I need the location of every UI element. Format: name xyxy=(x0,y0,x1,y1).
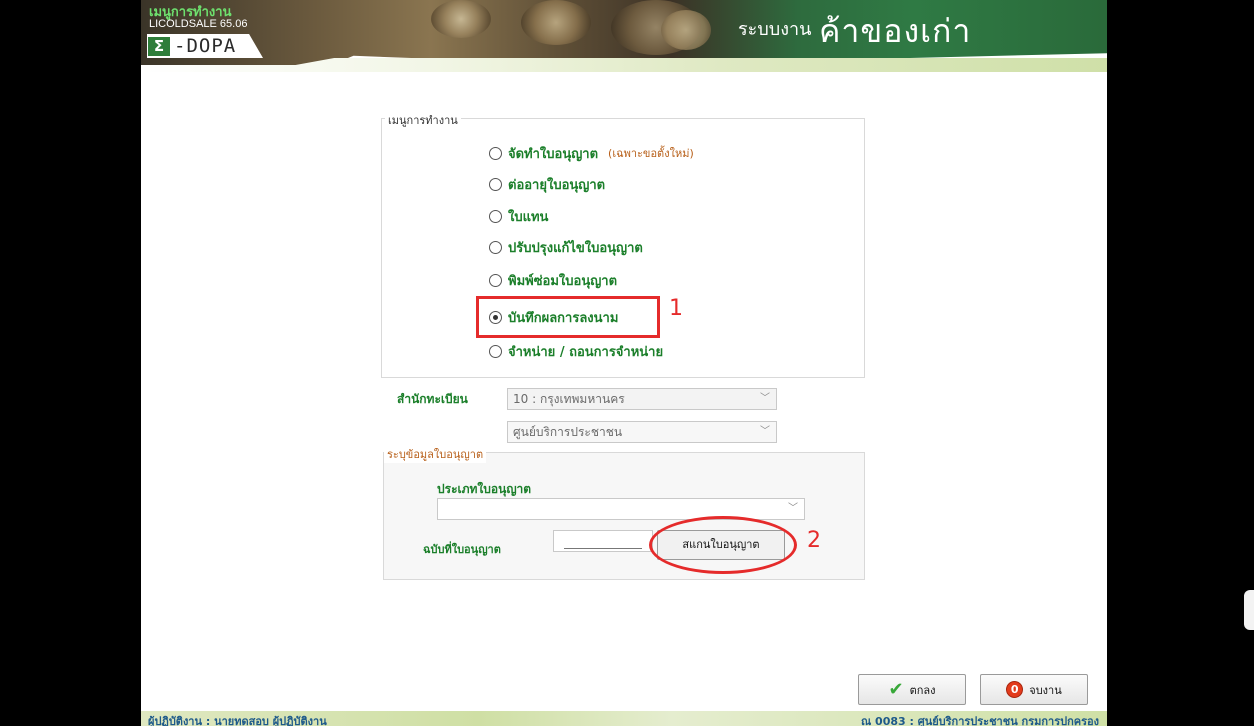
option-label: พิมพ์ซ่อมใบอนุญาต xyxy=(508,273,618,289)
banner-band xyxy=(141,58,1107,72)
service-center-value: ศูนย์บริการประชาชน xyxy=(513,425,623,439)
exit-button[interactable]: 0 จบงาน xyxy=(980,674,1088,705)
highlight-box xyxy=(476,296,660,338)
ok-button-label: ตกลง xyxy=(909,683,936,697)
option-note: (เฉพาะขอตั้งใหม่) xyxy=(608,147,694,160)
banner-decoration xyxy=(431,0,491,38)
radio-icon[interactable] xyxy=(489,177,502,191)
status-bar: ผู้ปฏิบัติงาน : นายทดสอบ ผู้ปฏิบัติงาน ณ… xyxy=(141,711,1107,726)
annotation-marker-2: 2 xyxy=(807,528,821,553)
radio-icon[interactable] xyxy=(489,344,502,358)
license-number-label: ฉบับที่ใบอนุญาต xyxy=(423,543,501,556)
option-label: ปรับปรุงแก้ไขใบอนุญาต xyxy=(508,240,643,256)
system-name: ค้าของเก่า xyxy=(819,12,972,50)
check-icon: ✔ xyxy=(888,678,904,700)
license-group-legend: ระบุข้อมูลใบอนุญาต xyxy=(384,445,487,463)
system-label: ระบบงาน xyxy=(738,19,812,40)
option-renew-license[interactable]: ต่ออายุใบอนุญาต xyxy=(489,174,605,194)
option-replacement[interactable]: ใบแทน xyxy=(489,206,548,226)
registry-label: สำนักทะเบียน xyxy=(397,392,468,406)
banner-decoration xyxy=(661,10,711,50)
side-handle[interactable] xyxy=(1244,590,1254,630)
exit-button-label: จบงาน xyxy=(1029,683,1062,697)
operator-status: ผู้ปฏิบัติงาน : นายทดสอบ ผู้ปฏิบัติงาน xyxy=(148,715,327,726)
option-edit-license[interactable]: ปรับปรุงแก้ไขใบอนุญาต xyxy=(489,237,643,257)
header-banner: เมนูการทำงาน LICOLDSALE 65.06 Σ -DOPA ระ… xyxy=(141,0,1107,74)
license-type-select[interactable]: ﹀ xyxy=(437,498,805,520)
license-number-input[interactable] xyxy=(553,530,653,552)
option-label: จำหน่าย / ถอนการจำหน่าย xyxy=(508,344,664,360)
chevron-down-icon: ﹀ xyxy=(760,426,770,437)
sigma-logo-icon: Σ xyxy=(148,37,170,56)
app-code: LICOLDSALE 65.06 xyxy=(149,18,248,30)
registry-office-value: 10 : กรุงเทพมหานคร xyxy=(513,392,625,406)
annotation-marker-1: 1 xyxy=(669,296,683,321)
registry-office-select[interactable]: 10 : กรุงเทพมหานคร ﹀ xyxy=(507,388,777,410)
banner-decoration xyxy=(521,0,591,45)
option-reprint-license[interactable]: พิมพ์ซ่อมใบอนุญาต xyxy=(489,270,617,290)
app-window: เมนูการทำงาน LICOLDSALE 65.06 Σ -DOPA ระ… xyxy=(141,0,1107,726)
service-center-select[interactable]: ศูนย์บริการประชาชน ﹀ xyxy=(507,421,777,443)
option-create-license[interactable]: จัดทำใบอนุญาต (เฉพาะขอตั้งใหม่) xyxy=(489,143,694,163)
ok-button[interactable]: ✔ ตกลง xyxy=(858,674,966,705)
highlight-circle xyxy=(649,516,797,574)
stop-icon: 0 xyxy=(1006,681,1024,698)
license-type-label: ประเภทใบอนุญาต xyxy=(437,482,532,496)
chevron-down-icon: ﹀ xyxy=(760,393,770,404)
chevron-down-icon: ﹀ xyxy=(788,503,798,514)
radio-icon[interactable] xyxy=(489,240,502,254)
radio-icon[interactable] xyxy=(489,146,502,160)
radio-icon[interactable] xyxy=(489,209,502,223)
dopa-logo: -DOPA xyxy=(174,35,237,57)
option-label: ใบแทน xyxy=(508,209,549,225)
office-status: ณ 0083 : ศูนย์บริการประชาชน กรมการปกครอง xyxy=(861,715,1099,726)
option-dispose[interactable]: จำหน่าย / ถอนการจำหน่าย xyxy=(489,341,663,361)
option-label: จัดทำใบอนุญาต xyxy=(508,146,599,162)
option-label: ต่ออายุใบอนุญาต xyxy=(508,177,606,193)
menu-group-legend: เมนูการทำงาน xyxy=(385,111,461,129)
radio-icon[interactable] xyxy=(489,273,502,287)
